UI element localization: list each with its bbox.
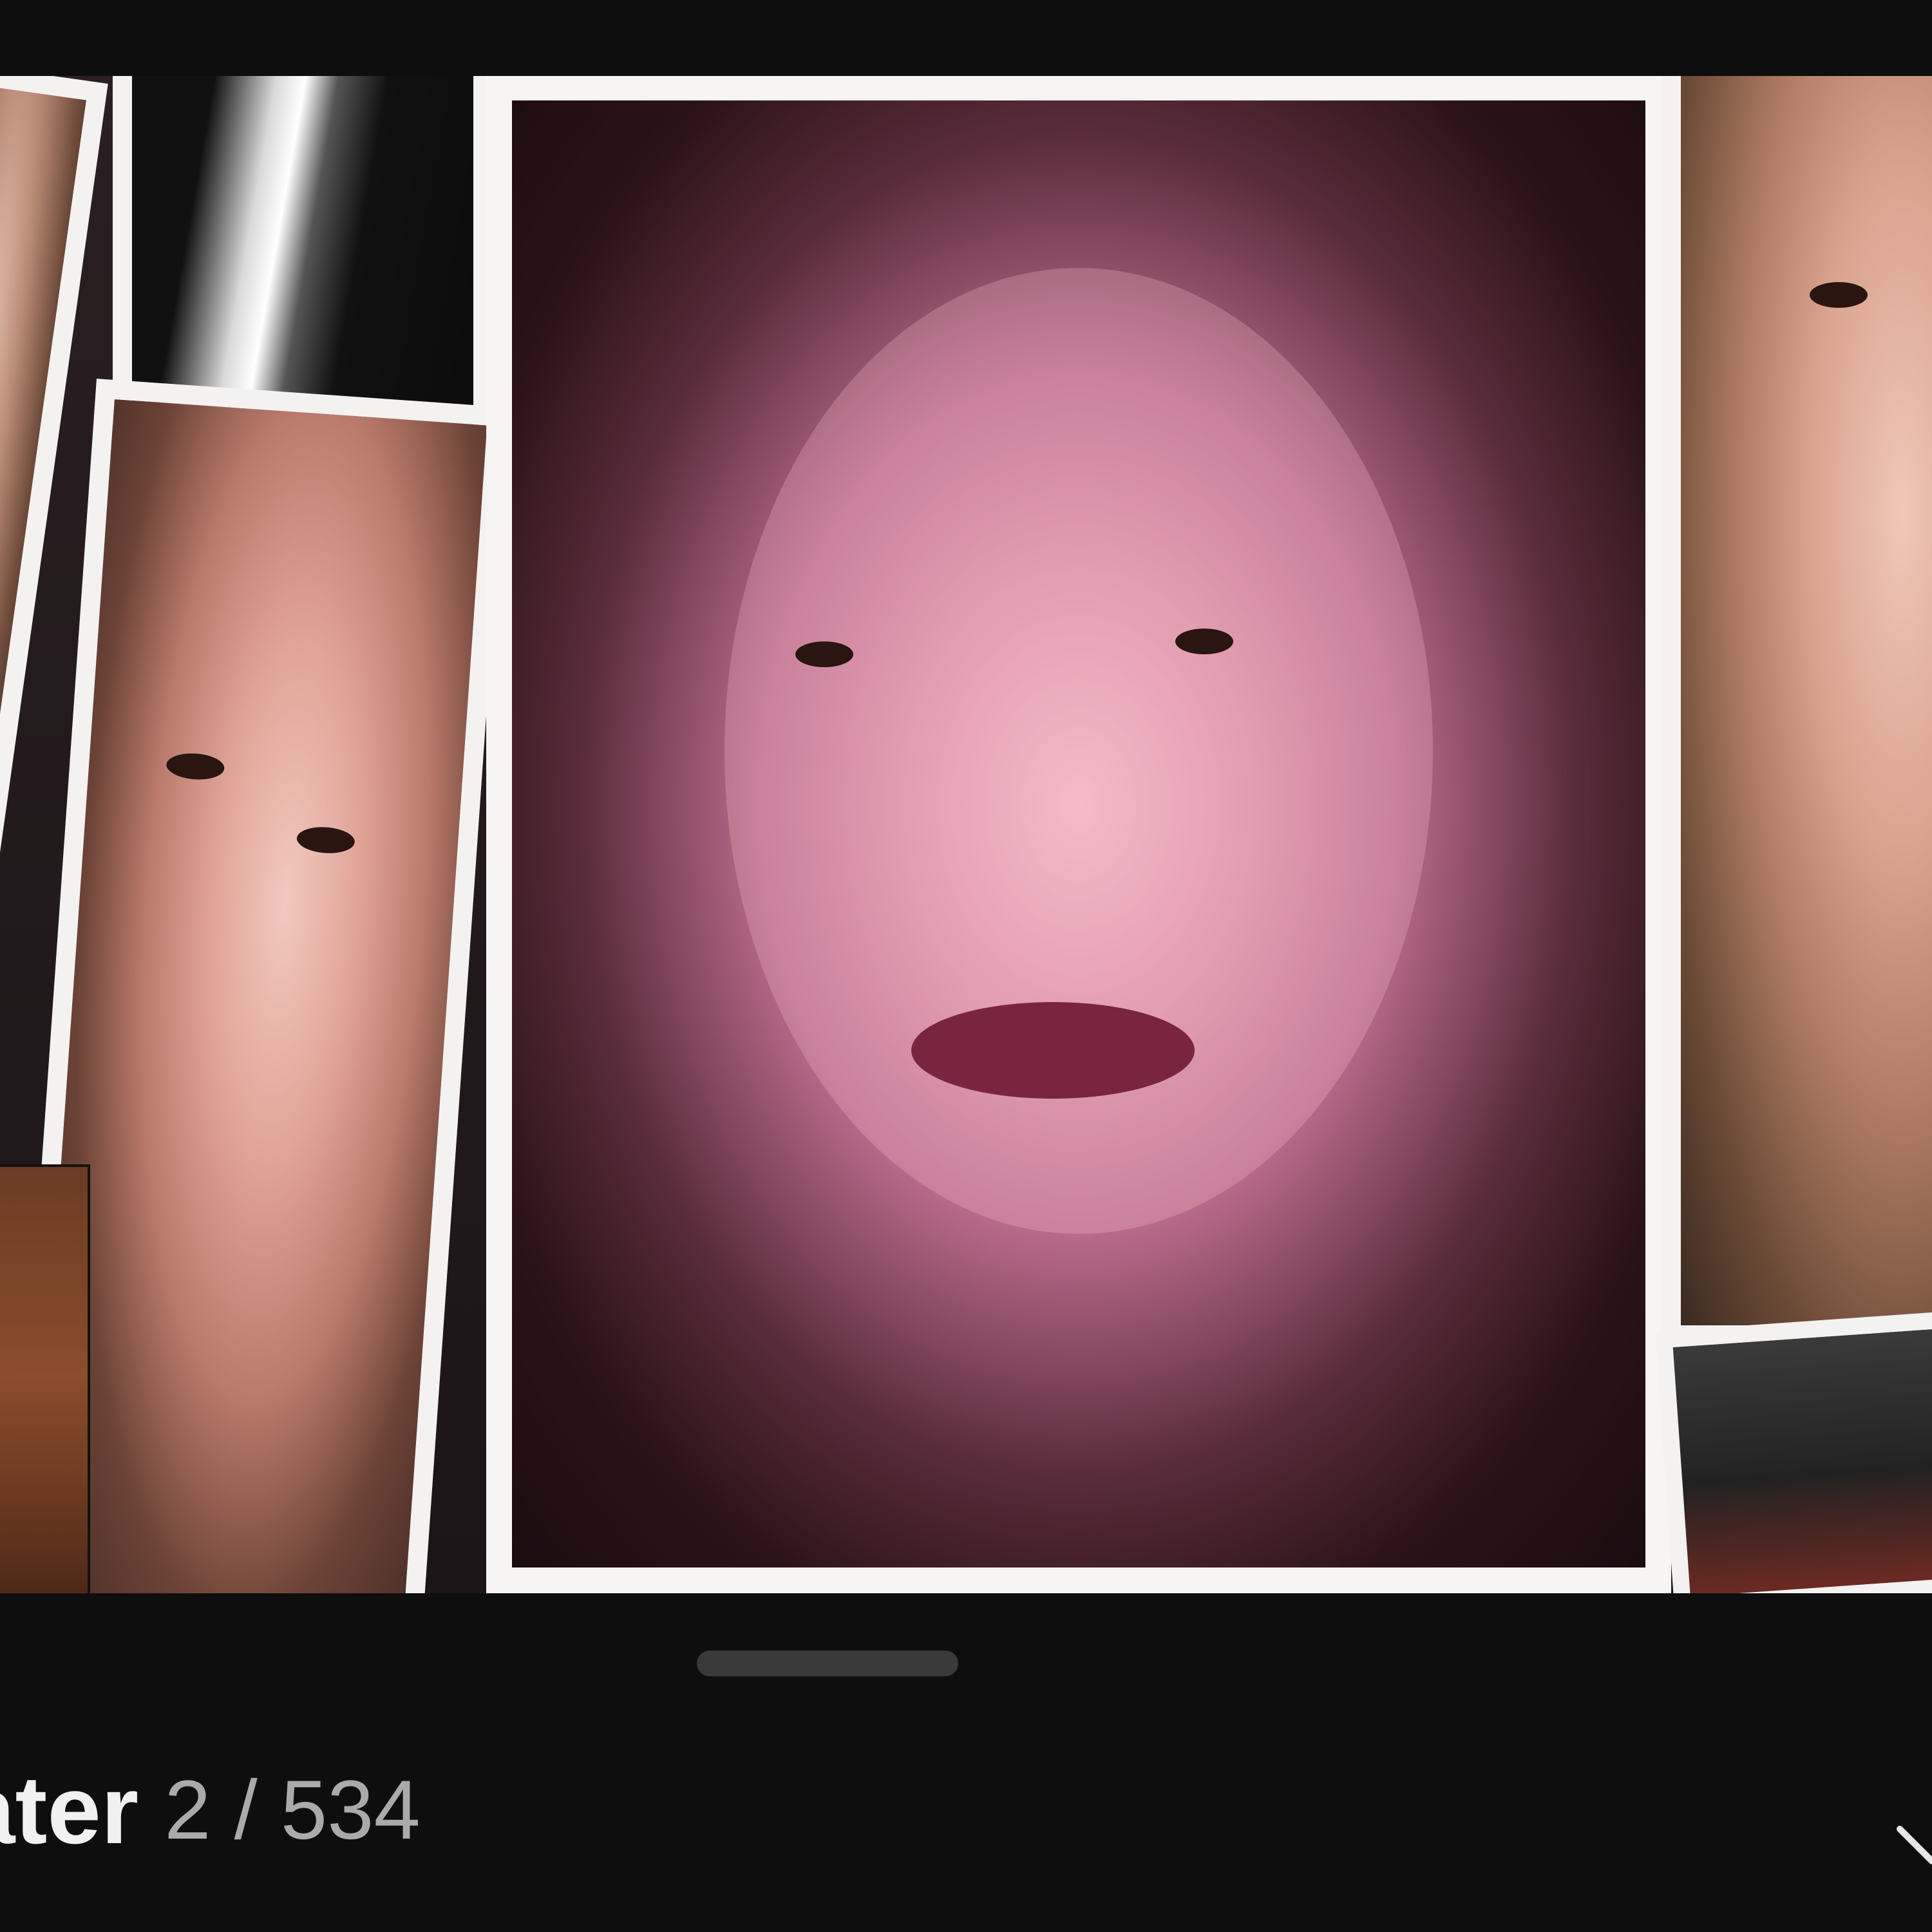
eye xyxy=(1810,282,1868,308)
current-index: 2 xyxy=(164,1763,211,1857)
eye-right xyxy=(1175,629,1233,654)
collage-photo-right-woman xyxy=(1662,76,1932,1345)
mouth xyxy=(911,1002,1195,1099)
video-player[interactable] xyxy=(0,76,1932,1593)
playlist-title: ater xyxy=(0,1756,139,1864)
playlist-counter: 2 / 534 xyxy=(164,1768,421,1852)
collage-photo-door xyxy=(0,1164,90,1593)
counter-separator: / xyxy=(234,1763,258,1857)
chevron-down-icon xyxy=(1897,1826,1932,1864)
drag-handle[interactable] xyxy=(697,1651,958,1676)
expand-playlist-button[interactable] xyxy=(1893,1810,1932,1874)
eye-right xyxy=(296,825,356,855)
eye-left xyxy=(166,752,225,782)
collage-photo-right-bottom xyxy=(1655,1311,1932,1593)
eye-left xyxy=(795,641,853,667)
collage-photo-center-woman xyxy=(486,76,1671,1593)
video-frame xyxy=(0,76,1932,1593)
total-count: 534 xyxy=(280,1763,421,1857)
playlist-title-row[interactable]: ater 2 / 534 xyxy=(0,1758,421,1861)
app-root: ater 2 / 534 xyxy=(0,0,1932,1932)
